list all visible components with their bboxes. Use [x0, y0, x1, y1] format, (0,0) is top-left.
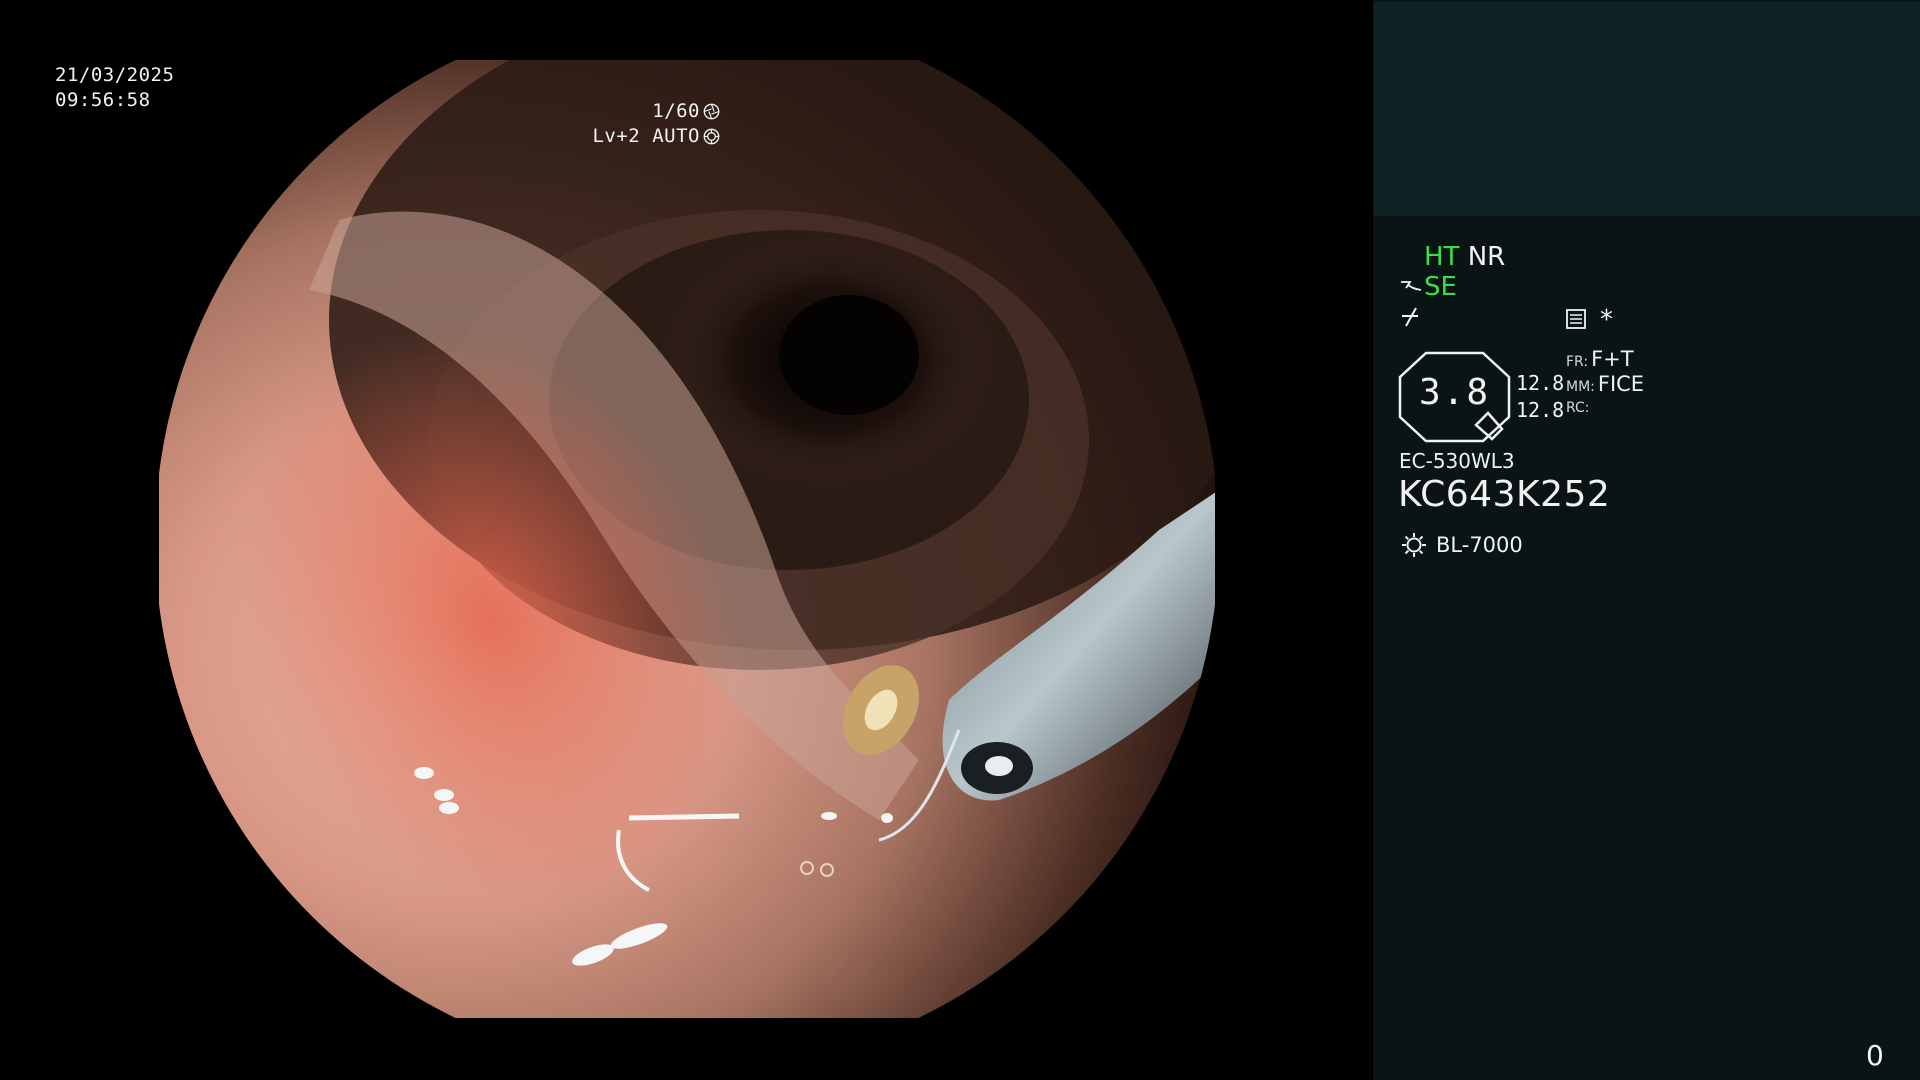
- mm-setting: MM: FICE: [1566, 372, 1644, 396]
- scope-serial: KC643K252: [1398, 474, 1611, 515]
- slash-icon: [1402, 307, 1418, 327]
- value-1: 12.8: [1516, 371, 1565, 395]
- star-indicator: *: [1600, 305, 1613, 335]
- light-source: BL-7000: [1400, 531, 1523, 559]
- zoom-value: 3.8: [1418, 372, 1491, 413]
- value-2: 12.8: [1516, 398, 1565, 422]
- se-status: SE: [1400, 272, 1457, 302]
- shutter-icon: [703, 103, 720, 120]
- time-text: 09:56:58: [55, 89, 151, 111]
- endoscope-view: 21/03/2025 09:56:58 1/60 Lv+2 AUTO: [0, 0, 1373, 1080]
- exposure-mode: AUTO: [652, 125, 700, 147]
- light-source-icon: [1402, 533, 1426, 557]
- mm-label: MM:: [1566, 379, 1595, 395]
- exposure-info: 1/60 Lv+2 AUTO: [592, 99, 720, 149]
- se-indicator: SE: [1424, 272, 1457, 302]
- fr-setting: FR: F+T: [1566, 347, 1634, 371]
- ht-nr-status: HT NR: [1424, 242, 1505, 272]
- fr-label: FR:: [1566, 354, 1589, 370]
- image-counter: 0: [1866, 1039, 1884, 1072]
- se-prefix-icon: [1401, 281, 1422, 291]
- date-time: 21/03/2025 09:56:58: [55, 63, 174, 113]
- endoscopic-image: [159, 60, 1215, 1018]
- date-text: 21/03/2025: [55, 64, 175, 86]
- mm-value: FICE: [1597, 372, 1645, 396]
- rc-setting: RC:: [1566, 400, 1593, 416]
- scope-model: EC-530WL3: [1399, 449, 1515, 473]
- nr-indicator: NR: [1467, 242, 1506, 272]
- ht-indicator: HT: [1424, 242, 1460, 272]
- panel-header-area: [1374, 2, 1920, 216]
- light-source-label: BL-7000: [1436, 533, 1523, 557]
- shutter-speed: 1/60: [652, 100, 700, 122]
- rc-label: RC:: [1566, 400, 1590, 416]
- memo-icon: [1566, 309, 1586, 329]
- auto-iris-icon: [703, 128, 720, 145]
- fr-value: F+T: [1591, 347, 1634, 371]
- brightness-level: Lv+2: [592, 125, 641, 147]
